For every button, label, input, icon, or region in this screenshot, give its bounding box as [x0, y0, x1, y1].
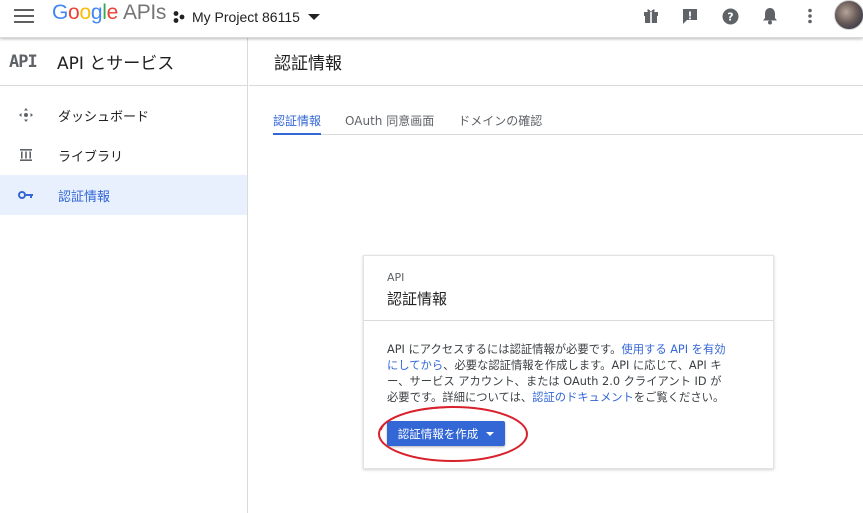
alert-icon[interactable]: [680, 6, 700, 26]
card-description: API にアクセスするには認証情報が必要です。使用する API を有効にしてから…: [364, 321, 751, 406]
help-icon[interactable]: ?: [720, 6, 740, 26]
notifications-icon[interactable]: [760, 6, 780, 26]
project-dots-icon: [173, 11, 185, 23]
sidebar-title: API とサービス: [57, 54, 175, 74]
sidebar-item-label: 認証情報: [58, 189, 111, 205]
main-content: 認証情報 認証情報 OAuth 同意画面 ドメインの確認 API 認証情報 AP…: [249, 38, 863, 513]
svg-text:?: ?: [727, 10, 733, 23]
more-vert-icon[interactable]: [800, 6, 820, 26]
sidebar: API API とサービス ダッシュボード ライブラリ 認証情報: [0, 38, 248, 513]
account-avatar[interactable]: [834, 0, 863, 30]
project-name: My Project 86115: [192, 9, 300, 25]
sidebar-item-credentials[interactable]: 認証情報: [0, 175, 247, 215]
card-title: 認証情報: [387, 290, 448, 308]
sidebar-nav: ダッシュボード ライブラリ 認証情報: [0, 95, 247, 215]
create-credentials-label: 認証情報を作成: [397, 426, 479, 441]
card-text: API にアクセスするには認証情報が必要です。: [387, 343, 622, 356]
page-header: 認証情報: [249, 38, 863, 86]
page-title: 認証情報: [274, 54, 342, 74]
card-text: をご覧ください。: [633, 391, 725, 404]
sidebar-header: API API とサービス: [0, 38, 247, 86]
top-app-bar: Google APIs My Project 86115 ?: [0, 0, 863, 38]
hamburger-menu-icon[interactable]: [14, 8, 34, 24]
gift-icon[interactable]: [641, 6, 661, 26]
chevron-down-icon: [486, 431, 495, 436]
create-credentials-button[interactable]: 認証情報を作成: [387, 421, 505, 446]
google-apis-logo[interactable]: Google APIs: [52, 1, 166, 25]
sidebar-item-dashboard[interactable]: ダッシュボード: [0, 95, 247, 135]
api-logo-mark: API: [9, 51, 38, 72]
dashboard-icon: [18, 107, 34, 123]
chevron-down-icon: [307, 14, 320, 20]
tab-credentials[interactable]: 認証情報: [273, 103, 322, 135]
sidebar-item-library[interactable]: ライブラリ: [0, 135, 247, 175]
tab-oauth-consent[interactable]: OAuth 同意画面: [345, 103, 434, 134]
tab-domain-verification[interactable]: ドメインの確認: [458, 103, 542, 134]
library-icon: [18, 147, 34, 163]
sidebar-item-label: ダッシュボード: [58, 109, 150, 125]
card-header: API 認証情報: [364, 256, 773, 321]
card-eyebrow: API: [387, 271, 405, 284]
credentials-docs-link[interactable]: 認証のドキュメント: [532, 391, 634, 404]
tab-bar: 認証情報 OAuth 同意画面 ドメインの確認: [273, 103, 863, 135]
credentials-card: API 認証情報 API にアクセスするには認証情報が必要です。使用する API…: [363, 255, 774, 469]
key-icon: [18, 187, 34, 203]
sidebar-item-label: ライブラリ: [58, 149, 124, 165]
project-selector[interactable]: My Project 86115: [172, 7, 320, 27]
